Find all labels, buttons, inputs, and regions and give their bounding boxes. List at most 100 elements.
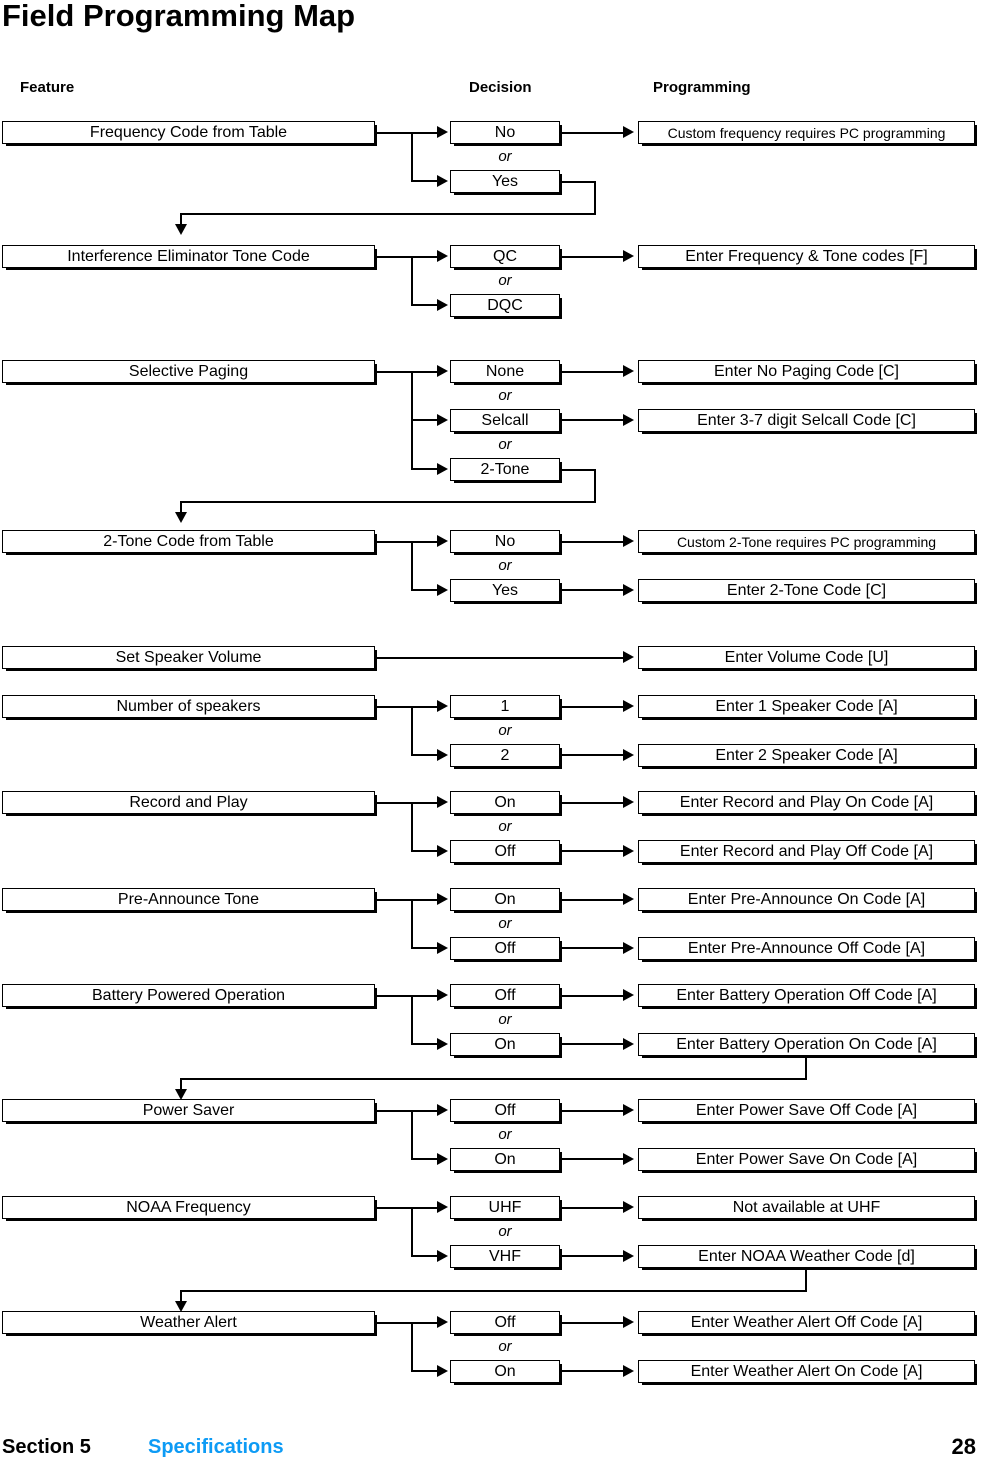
arrowhead-icon xyxy=(623,1250,634,1262)
decision-box[interactable]: Off xyxy=(450,984,560,1007)
programming-box[interactable]: Enter 2 Speaker Code [A] xyxy=(638,744,975,767)
arrowhead-icon xyxy=(437,700,448,712)
arrowhead-icon xyxy=(437,175,448,187)
connector-line xyxy=(411,1322,413,1371)
decision-box[interactable]: On xyxy=(450,1033,560,1056)
connector-line xyxy=(561,995,624,997)
decision-box[interactable]: 2 xyxy=(450,744,560,767)
connector-line xyxy=(561,589,624,591)
programming-box[interactable]: Enter Battery Operation On Code [A] xyxy=(638,1033,975,1056)
decision-box[interactable]: Off xyxy=(450,840,560,863)
connector-line xyxy=(411,1043,439,1045)
decision-box[interactable]: Off xyxy=(450,1311,560,1334)
feature-box[interactable]: Battery Powered Operation xyxy=(2,984,375,1007)
arrowhead-icon xyxy=(437,365,448,377)
programming-box[interactable]: Not available at UHF xyxy=(638,1196,975,1219)
arrowhead-icon xyxy=(623,1316,634,1328)
arrowhead-icon xyxy=(623,1201,634,1213)
programming-box[interactable]: Enter Record and Play On Code [A] xyxy=(638,791,975,814)
connector-line xyxy=(411,802,439,804)
connector-line xyxy=(375,706,413,708)
decision-box[interactable]: UHF xyxy=(450,1196,560,1219)
connector-line xyxy=(375,1110,413,1112)
decision-box[interactable]: No xyxy=(450,121,560,144)
arrowhead-icon xyxy=(437,1365,448,1377)
or-label: or xyxy=(498,272,512,289)
arrowhead-icon xyxy=(437,126,448,138)
or-label: or xyxy=(498,818,512,835)
decision-box[interactable]: Off xyxy=(450,937,560,960)
connector-line xyxy=(411,995,439,997)
decision-box[interactable]: VHF xyxy=(450,1245,560,1268)
decision-box[interactable]: 1 xyxy=(450,695,560,718)
arrowhead-icon xyxy=(437,1316,448,1328)
connector-line xyxy=(561,541,624,543)
decision-box[interactable]: 2-Tone xyxy=(450,458,560,481)
feature-box[interactable]: Frequency Code from Table xyxy=(2,121,375,144)
connector-line xyxy=(561,1322,624,1324)
arrowhead-icon xyxy=(437,989,448,1001)
connector-line xyxy=(375,995,413,997)
programming-box[interactable]: Enter Power Save Off Code [A] xyxy=(638,1099,975,1122)
feature-box[interactable]: NOAA Frequency xyxy=(2,1196,375,1219)
connector-line xyxy=(375,657,624,659)
decision-box[interactable]: Yes xyxy=(450,170,560,193)
feature-box[interactable]: Weather Alert xyxy=(2,1311,375,1334)
connector-line xyxy=(411,1110,413,1159)
connector-line xyxy=(805,1268,807,1291)
footer-page-number: 28 xyxy=(951,1434,976,1459)
connector-line xyxy=(411,706,439,708)
arrowhead-icon xyxy=(437,463,448,475)
connector-line xyxy=(561,256,624,258)
feature-box[interactable]: 2-Tone Code from Table xyxy=(2,530,375,553)
column-header-programming: Programming xyxy=(653,79,751,96)
programming-box[interactable]: Enter 2-Tone Code [C] xyxy=(638,579,975,602)
decision-box[interactable]: None xyxy=(450,360,560,383)
feature-box[interactable]: Power Saver xyxy=(2,1099,375,1122)
programming-box[interactable]: Enter Frequency & Tone codes [F] xyxy=(638,245,975,268)
decision-box[interactable]: Selcall xyxy=(450,409,560,432)
programming-box[interactable]: Enter Battery Operation Off Code [A] xyxy=(638,984,975,1007)
or-label: or xyxy=(498,1338,512,1355)
decision-box[interactable]: On xyxy=(450,1360,560,1383)
feature-box[interactable]: Record and Play xyxy=(2,791,375,814)
programming-box[interactable]: Enter Weather Alert On Code [A] xyxy=(638,1360,975,1383)
or-label: or xyxy=(498,1223,512,1240)
decision-box[interactable]: No xyxy=(450,530,560,553)
programming-box[interactable]: Enter 3-7 digit Selcall Code [C] xyxy=(638,409,975,432)
decision-box[interactable]: QC xyxy=(450,245,560,268)
arrowhead-icon xyxy=(437,250,448,262)
arrowhead-icon xyxy=(175,512,187,523)
programming-box[interactable]: Custom frequency requires PC programming xyxy=(638,121,975,144)
programming-box[interactable]: Custom 2-Tone requires PC programming xyxy=(638,530,975,553)
decision-box[interactable]: Yes xyxy=(450,579,560,602)
connector-line xyxy=(411,1322,439,1324)
arrowhead-icon xyxy=(623,126,634,138)
programming-box[interactable]: Enter Pre-Announce Off Code [A] xyxy=(638,937,975,960)
feature-box[interactable]: Selective Paging xyxy=(2,360,375,383)
programming-box[interactable]: Enter Weather Alert Off Code [A] xyxy=(638,1311,975,1334)
connector-line xyxy=(561,1370,624,1372)
programming-box[interactable]: Enter No Paging Code [C] xyxy=(638,360,975,383)
decision-box[interactable]: On xyxy=(450,791,560,814)
feature-box[interactable]: Interference Eliminator Tone Code xyxy=(2,245,375,268)
arrowhead-icon xyxy=(437,414,448,426)
connector-line xyxy=(561,1043,624,1045)
connector-line xyxy=(411,1158,439,1160)
connector-line xyxy=(411,256,439,258)
feature-box[interactable]: Pre-Announce Tone xyxy=(2,888,375,911)
decision-box[interactable]: On xyxy=(450,1148,560,1171)
programming-box[interactable]: Enter Volume Code [U] xyxy=(638,646,975,669)
connector-line xyxy=(411,468,439,470)
connector-line xyxy=(561,1207,624,1209)
programming-box[interactable]: Enter Power Save On Code [A] xyxy=(638,1148,975,1171)
decision-box[interactable]: DQC xyxy=(450,294,560,317)
decision-box[interactable]: Off xyxy=(450,1099,560,1122)
feature-box[interactable]: Number of speakers xyxy=(2,695,375,718)
programming-box[interactable]: Enter NOAA Weather Code [d] xyxy=(638,1245,975,1268)
programming-box[interactable]: Enter 1 Speaker Code [A] xyxy=(638,695,975,718)
programming-box[interactable]: Enter Record and Play Off Code [A] xyxy=(638,840,975,863)
feature-box[interactable]: Set Speaker Volume xyxy=(2,646,375,669)
decision-box[interactable]: On xyxy=(450,888,560,911)
programming-box[interactable]: Enter Pre-Announce On Code [A] xyxy=(638,888,975,911)
